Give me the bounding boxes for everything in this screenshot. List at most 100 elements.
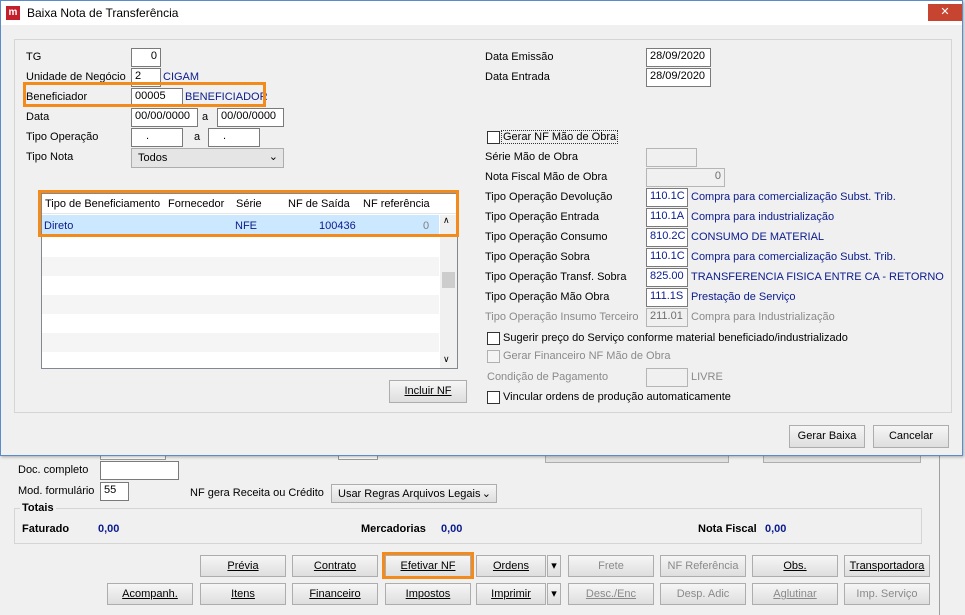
incluir-nf-button[interactable]: Incluir NF [389, 380, 467, 403]
op-consumo-desc: CONSUMO DE MATERIAL [691, 231, 825, 243]
cancelar-button[interactable]: Cancelar [873, 425, 949, 448]
close-button[interactable]: ✕ [928, 4, 962, 21]
contrato-button[interactable]: Contrato [292, 555, 378, 577]
grid-col-tipo[interactable]: Tipo de Beneficiamento [45, 198, 160, 210]
acompanh-button[interactable]: Acompanh. [107, 583, 193, 605]
imp-servico-button[interactable]: Imp. Serviço [844, 583, 930, 605]
mod-formulario-label: Mod. formulário [18, 485, 95, 497]
ordens-button[interactable]: Ordens [476, 555, 546, 577]
op-insumo-terceiro-field[interactable]: 211.01 [646, 308, 688, 327]
nf-receita-value: Usar Regras Arquivos Legais [338, 488, 481, 500]
tipo-operacao-to-field[interactable]: . [208, 128, 260, 147]
nf-receita-select[interactable]: Usar Regras Arquivos Legais ⌄ [331, 484, 497, 503]
gerar-financeiro-checkbox[interactable] [487, 350, 500, 363]
obs-button[interactable]: Obs. [752, 555, 838, 577]
gerar-nf-mao-obra-label: Gerar NF Mão de Obra [500, 130, 619, 144]
vincular-ordens-checkbox[interactable] [487, 391, 500, 404]
grid-col-serie[interactable]: Série [236, 198, 262, 210]
faturado-label: Faturado [22, 523, 70, 535]
ordens-dropdown-button[interactable]: ▾ [547, 555, 561, 577]
aglutinar-button[interactable]: Aglutinar [752, 583, 838, 605]
financeiro-button[interactable]: Financeiro [292, 583, 378, 605]
serie-mao-obra-label: Série Mão de Obra [485, 151, 578, 163]
serie-mao-obra-field[interactable] [646, 148, 697, 167]
grid-col-fornecedor[interactable]: Fornecedor [168, 198, 224, 210]
op-sobra-field[interactable]: 110.1C [646, 248, 688, 267]
data-label: Data [26, 111, 50, 123]
scroll-thumb[interactable] [442, 272, 455, 288]
frete-button[interactable]: Frete [568, 555, 654, 577]
gerar-nf-mao-obra-checkbox[interactable] [487, 131, 500, 144]
data-emissao-label: Data Emissão [485, 51, 554, 63]
tg-label: TG [26, 51, 42, 63]
beneficiador-code-field[interactable]: 00005 [131, 88, 183, 107]
grid-header: Tipo de Beneficiamento Fornecedor Série … [42, 194, 457, 214]
totais-title: Totais [20, 502, 56, 514]
chevron-down-icon: ⌄ [268, 151, 278, 163]
triangle-down-icon: ▾ [551, 588, 557, 600]
doc-completo-field[interactable] [100, 461, 179, 480]
gerar-baixa-button[interactable]: Gerar Baixa [789, 425, 865, 448]
itens-button[interactable]: Itens [200, 583, 286, 605]
scroll-up-icon[interactable]: ∧ [443, 215, 450, 226]
impostos-button[interactable]: Impostos [385, 583, 471, 605]
data-from-field[interactable]: 00/00/0000 [131, 108, 198, 127]
op-consumo-field[interactable]: 810.2C [646, 228, 688, 247]
nf-mao-obra-label: Nota Fiscal Mão de Obra [485, 171, 608, 183]
condicao-pagamento-field[interactable] [646, 368, 688, 387]
imprimir-dropdown-button[interactable]: ▾ [547, 583, 561, 605]
dialog-title: Baixa Nota de Transferência [27, 6, 179, 20]
grid-col-nf-saida[interactable]: NF de Saída [288, 198, 350, 210]
op-mao-obra-field[interactable]: 111.1S [646, 288, 688, 307]
beneficiamento-grid[interactable]: Tipo de Beneficiamento Fornecedor Série … [41, 193, 458, 369]
unidade-label: Unidade de Negócio [26, 71, 126, 83]
scroll-down-icon[interactable]: ∨ [443, 354, 450, 365]
data-to-field[interactable]: 00/00/0000 [217, 108, 284, 127]
tipo-nota-value: Todos [138, 152, 168, 164]
op-devolucao-desc: Compra para comercialização Subst. Trib. [691, 191, 896, 203]
tipo-operacao-sep: a [194, 131, 201, 143]
op-entrada-field[interactable]: 110.1A [646, 208, 688, 227]
beneficiador-name: BENEFICIADOR [185, 91, 268, 103]
nota-fiscal-value: 0,00 [765, 523, 787, 535]
condicao-pagamento-desc: LIVRE [691, 371, 723, 383]
op-mao-obra-desc: Prestação de Serviço [691, 291, 796, 303]
table-row[interactable]: Direto NFE 100436 0 [42, 215, 439, 236]
desp-adic-button[interactable]: Desp. Adic [660, 583, 746, 605]
nf-referencia-button[interactable]: NF Referência [660, 555, 746, 577]
empty-row [42, 295, 439, 314]
nf-mao-obra-field[interactable]: 0 [646, 168, 725, 187]
grid-col-nf-referencia[interactable]: NF referência [363, 198, 430, 210]
mercadorias-label: Mercadorias [361, 523, 426, 535]
dialog-titlebar: m Baixa Nota de Transferência ✕ [1, 1, 962, 25]
op-transf-sobra-field[interactable]: 825.00 [646, 268, 688, 287]
data-entrada-field[interactable]: 28/09/2020 [646, 68, 711, 87]
imprimir-button[interactable]: Imprimir [476, 583, 546, 605]
unidade-name: CIGAM [163, 71, 200, 83]
efetivar-nf-button[interactable]: Efetivar NF [385, 555, 471, 577]
transportadora-button[interactable]: Transportadora [844, 555, 930, 577]
data-sep: a [202, 111, 209, 123]
op-mao-obra-label: Tipo Operação Mão Obra [485, 291, 610, 303]
row-nf-saida: 100436 [319, 220, 356, 232]
tg-field[interactable]: 0 [131, 48, 161, 67]
desc-enc-button[interactable]: Desc./Enc [568, 583, 654, 605]
vincular-ordens-label: Vincular ordens de produção automaticame… [503, 391, 731, 403]
op-transf-sobra-desc: TRANSFERENCIA FISICA ENTRE CA - RETORNO [691, 271, 944, 283]
tipo-nota-select[interactable]: Todos ⌄ [131, 148, 284, 168]
nota-fiscal-label: Nota Fiscal [698, 523, 757, 535]
app-icon: m [6, 6, 20, 20]
op-transf-sobra-label: Tipo Operação Transf. Sobra [485, 271, 627, 283]
data-entrada-label: Data Entrada [485, 71, 550, 83]
previa-button[interactable]: Prévia [200, 555, 286, 577]
op-insumo-terceiro-desc: Compra para Industrialização [691, 311, 835, 323]
grid-scrollbar[interactable]: ∧ ∨ [440, 215, 457, 368]
tipo-operacao-from-field[interactable]: . [131, 128, 183, 147]
doc-completo-label: Doc. completo [18, 464, 89, 476]
unidade-code-field[interactable]: 2 [131, 68, 161, 87]
op-devolucao-field[interactable]: 110.1C [646, 188, 688, 207]
mod-formulario-field[interactable]: 55 [100, 482, 129, 501]
sugerir-preco-checkbox[interactable] [487, 332, 500, 345]
data-emissao-field[interactable]: 28/09/2020 [646, 48, 711, 67]
faturado-value: 0,00 [98, 523, 120, 535]
